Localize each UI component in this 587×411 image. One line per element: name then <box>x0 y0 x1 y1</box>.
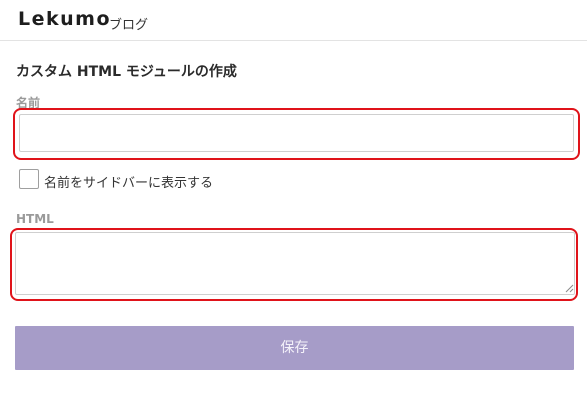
brand-subtitle: ブログ <box>109 18 149 33</box>
html-textarea[interactable] <box>15 232 575 295</box>
resize-grip-icon[interactable] <box>564 283 574 293</box>
name-input[interactable] <box>19 114 574 152</box>
app-header: Lekumo ブログ <box>0 0 587 41</box>
show-name-checkbox[interactable] <box>19 169 39 189</box>
page-title: カスタム HTML モジュールの作成 <box>16 64 237 80</box>
brand-logo[interactable]: Lekumo <box>18 8 111 30</box>
html-field-label: HTML <box>16 212 54 226</box>
save-button[interactable]: 保存 <box>15 326 574 370</box>
show-name-checkbox-label[interactable]: 名前をサイドバーに表示する <box>44 172 213 191</box>
